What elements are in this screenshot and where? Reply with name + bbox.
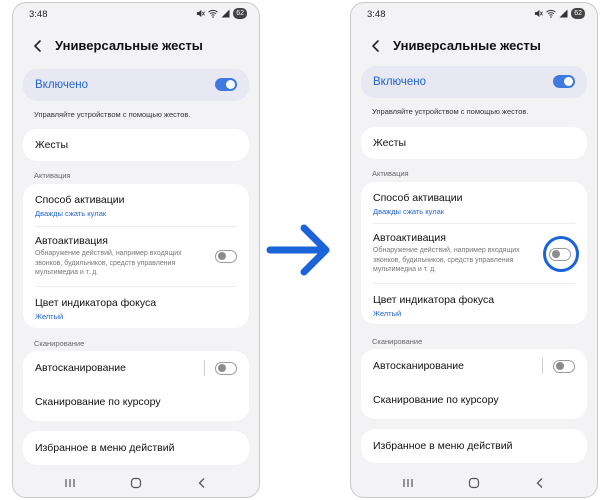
section-header-activation: Активация: [372, 169, 409, 178]
toggle-knob: [226, 80, 235, 89]
title-bar: Универсальные жесты: [13, 33, 259, 61]
auto-activation-toggle[interactable]: [215, 250, 237, 263]
navigation-bar: [351, 471, 597, 497]
status-bar: 3:48 62: [13, 3, 259, 25]
toggle-knob: [556, 362, 564, 370]
scanning-card: Автосканирование Сканирование по курсору: [23, 351, 249, 421]
activation-card: Способ активации Дважды сжать кулак Авто…: [23, 184, 249, 328]
auto-activation-row[interactable]: Автоактивация Обнаружение действий, напр…: [361, 224, 587, 282]
auto-activation-description: Обнаружение действий, например входящих …: [373, 247, 520, 273]
auto-scanning-title: Автосканирование: [35, 362, 126, 374]
gestures-label: Жесты: [35, 139, 69, 151]
signal-icon: [221, 9, 230, 18]
recent-apps-icon[interactable]: [402, 477, 414, 489]
activation-method-title: Способ активации: [35, 194, 125, 206]
wifi-icon: [208, 9, 219, 18]
back-icon[interactable]: [534, 477, 546, 489]
focus-color-row[interactable]: Цвет индикатора фокуса Желтый: [361, 284, 587, 324]
focus-color-title: Цвет индикатора фокуса: [373, 294, 495, 306]
auto-activation-description: Обнаружение действий, например входящих …: [35, 250, 182, 276]
gestures-row[interactable]: Жесты: [361, 127, 587, 159]
home-icon[interactable]: [130, 477, 142, 489]
highlight-circle: [543, 236, 579, 272]
auto-scanning-row[interactable]: Автосканирование: [23, 351, 249, 386]
battery-indicator: 62: [233, 8, 247, 19]
back-arrow-icon[interactable]: [369, 38, 383, 54]
favorites-label: Избранное в меню действий: [35, 442, 175, 454]
gestures-row[interactable]: Жесты: [23, 129, 249, 161]
master-toggle-label: Включено: [373, 76, 427, 88]
focus-color-row[interactable]: Цвет индикатора фокуса Желтый: [23, 287, 249, 328]
master-toggle-switch[interactable]: [215, 78, 237, 91]
cursor-scanning-row[interactable]: Сканирование по курсору: [361, 384, 587, 419]
recent-apps-icon[interactable]: [64, 477, 76, 489]
activation-method-value: Дважды сжать кулак: [35, 209, 107, 218]
master-toggle-row[interactable]: Включено: [361, 66, 587, 98]
auto-activation-title: Автоактивация: [35, 235, 108, 247]
activation-method-value: Дважды сжать кулак: [373, 207, 445, 216]
signal-icon: [559, 9, 568, 18]
toggle-knob: [564, 77, 573, 86]
back-arrow-icon[interactable]: [31, 38, 45, 54]
back-icon[interactable]: [196, 477, 208, 489]
section-header-scanning: Сканирование: [34, 339, 85, 348]
cursor-scanning-title: Сканирование по курсору: [373, 394, 499, 406]
toggle-knob: [218, 252, 226, 260]
master-toggle-switch[interactable]: [553, 75, 575, 88]
status-bar: 3:48 62: [351, 3, 597, 25]
page-title: Универсальные жесты: [393, 38, 541, 53]
battery-indicator: 62: [571, 8, 585, 19]
activation-method-row[interactable]: Способ активации Дважды сжать кулак: [361, 182, 587, 222]
auto-scanning-toggle[interactable]: [215, 362, 237, 375]
auto-activation-row[interactable]: Автоактивация Обнаружение действий, напр…: [23, 227, 249, 285]
auto-scanning-toggle[interactable]: [553, 360, 575, 373]
auto-activation-title: Автоактивация: [373, 232, 446, 244]
focus-color-value: Желтый: [35, 312, 64, 321]
master-toggle-row[interactable]: Включено: [23, 69, 249, 101]
section-header-scanning: Сканирование: [372, 337, 423, 346]
divider: [204, 360, 205, 376]
status-icons: 62: [196, 8, 247, 19]
section-header-activation: Активация: [34, 171, 71, 180]
phone-screen-after: 3:48 62 Универсальные жесты Включено Упр…: [350, 2, 598, 498]
mute-icon: [535, 9, 544, 18]
focus-color-value: Желтый: [373, 309, 402, 318]
favorites-row[interactable]: Избранное в меню действий: [361, 429, 587, 463]
favorites-label: Избранное в меню действий: [373, 440, 513, 452]
status-icons: 62: [534, 8, 585, 19]
auto-scanning-row[interactable]: Автосканирование: [361, 349, 587, 384]
status-time: 3:48: [367, 9, 386, 20]
page-title: Универсальные жесты: [55, 38, 203, 53]
page-description: Управляйте устройством с помощью жестов.: [372, 107, 529, 116]
title-bar: Универсальные жесты: [351, 33, 597, 61]
gestures-label: Жесты: [373, 137, 407, 149]
activation-card: Способ активации Дважды сжать кулак Авто…: [361, 182, 587, 324]
page-description: Управляйте устройством с помощью жестов.: [34, 110, 191, 119]
master-toggle-label: Включено: [35, 79, 89, 91]
cursor-scanning-title: Сканирование по курсору: [35, 396, 161, 408]
right-arrow-icon: [266, 224, 330, 276]
divider: [542, 358, 543, 374]
auto-scanning-title: Автосканирование: [373, 360, 464, 372]
favorites-row[interactable]: Избранное в меню действий: [23, 431, 249, 465]
wifi-icon: [546, 9, 557, 18]
phone-screen-before: 3:48 62 Универсальные жесты Включено Упр…: [12, 2, 260, 498]
navigation-bar: [13, 471, 259, 497]
status-time: 3:48: [29, 9, 48, 20]
focus-color-title: Цвет индикатора фокуса: [35, 297, 157, 309]
scanning-card: Автосканирование Сканирование по курсору: [361, 349, 587, 419]
activation-method-row[interactable]: Способ активации Дважды сжать кулак: [23, 184, 249, 224]
toggle-knob: [218, 364, 226, 372]
activation-method-title: Способ активации: [373, 192, 463, 204]
home-icon[interactable]: [468, 477, 480, 489]
mute-icon: [197, 9, 206, 18]
cursor-scanning-row[interactable]: Сканирование по курсору: [23, 386, 249, 421]
